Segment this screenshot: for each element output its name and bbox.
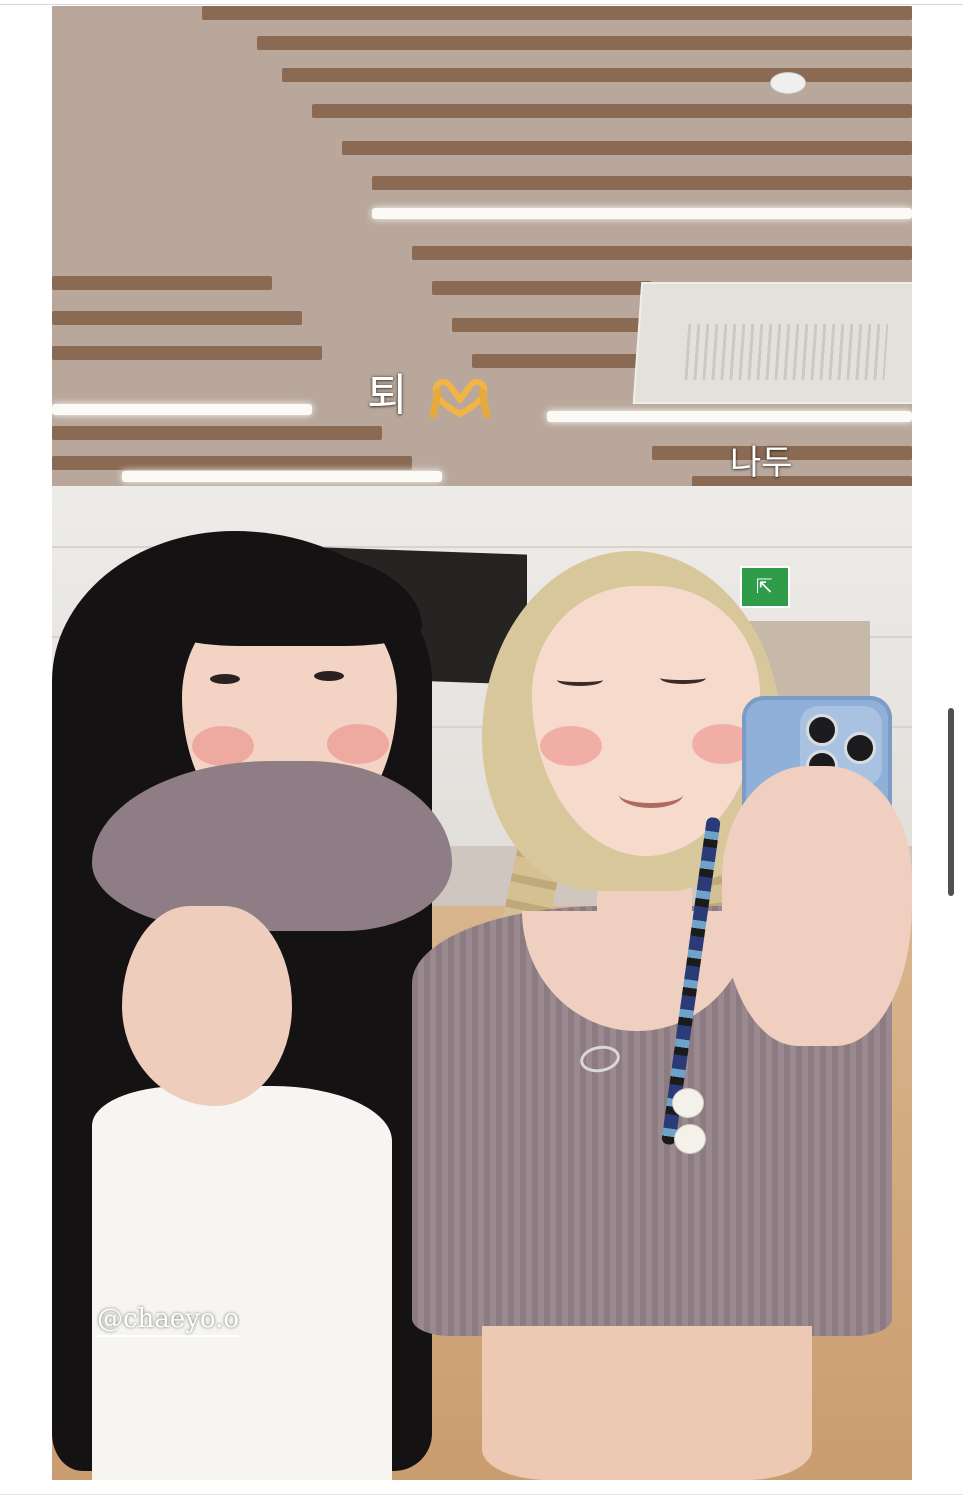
story-text-sticker: 퇴 xyxy=(367,370,408,421)
blush xyxy=(540,726,602,766)
story-text-sticker: 나두 xyxy=(730,443,793,483)
blush xyxy=(192,726,254,766)
smoke-detector xyxy=(770,72,806,94)
smile xyxy=(619,781,683,808)
ceiling-slat xyxy=(257,36,912,50)
mention-tag[interactable]: @chaeyo.o xyxy=(97,1304,239,1337)
white-blouse xyxy=(92,1086,392,1480)
heart-hands-icon xyxy=(429,378,491,420)
story-image: ⇱ 퇴 나두 @chaeyo.o xyxy=(52,6,912,1480)
ac-grill xyxy=(684,324,889,380)
closed-eye xyxy=(660,672,706,684)
ceiling-slat xyxy=(52,456,412,470)
ceiling-slat xyxy=(52,426,382,440)
exit-sign-icon: ⇱ xyxy=(740,566,790,608)
ceiling-slat xyxy=(342,141,912,155)
ceiling-slat xyxy=(52,276,272,290)
eye xyxy=(314,671,344,681)
blush xyxy=(327,724,389,764)
ceiling-light xyxy=(52,404,312,415)
ceiling-slat xyxy=(312,104,912,118)
top-divider xyxy=(0,4,963,5)
ceiling-slat xyxy=(472,354,652,368)
ceiling-slat xyxy=(452,318,652,332)
ceiling-light xyxy=(372,208,912,219)
ceiling-slat xyxy=(202,6,912,20)
hand-holding-phone xyxy=(722,766,912,1046)
pearl-charm xyxy=(674,1124,706,1154)
closed-eye xyxy=(557,674,603,686)
ceiling-light xyxy=(122,471,442,482)
bottom-divider xyxy=(0,1494,963,1495)
camera-lens xyxy=(844,732,876,764)
ceiling-light xyxy=(547,411,912,422)
ceiling-slat xyxy=(282,68,912,82)
heart-hands-glyph xyxy=(429,379,491,420)
ceiling-slat xyxy=(52,311,302,325)
camera-lens xyxy=(806,714,838,746)
ceiling-slat xyxy=(412,246,912,260)
ceiling-slat xyxy=(432,281,652,295)
ceiling-slat xyxy=(372,176,912,190)
ceiling-ac-unit xyxy=(632,282,912,404)
eye xyxy=(210,674,240,684)
screenshot-page: ⇱ 퇴 나두 @chaeyo.o xyxy=(0,0,963,1500)
scrollbar-thumb[interactable] xyxy=(948,708,954,896)
ceiling-slat xyxy=(52,346,322,360)
pearl-charm xyxy=(672,1088,704,1118)
midriff xyxy=(482,1326,812,1480)
